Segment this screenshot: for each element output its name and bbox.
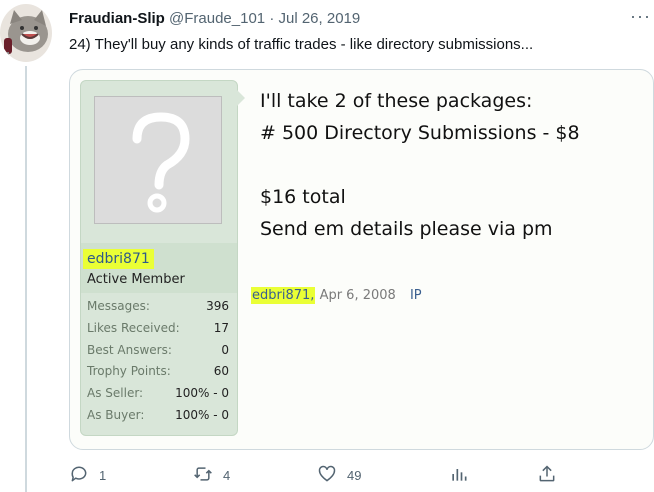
stat-value: 396: [206, 299, 229, 313]
ip-link[interactable]: IP: [410, 288, 422, 303]
retweet-icon: [193, 464, 213, 487]
reply-button[interactable]: 1: [69, 464, 106, 487]
stat-row: As Seller: 100% - 0: [81, 383, 237, 405]
stat-label: Trophy Points:: [87, 364, 171, 379]
post-meta-username[interactable]: edbri871,: [251, 287, 316, 304]
share-icon: [537, 464, 557, 487]
stat-value: 17: [213, 320, 229, 335]
post-meta: edbri871, Apr 6, 2008 IP: [251, 287, 422, 304]
stat-label: Likes Received:: [87, 320, 180, 335]
heart-icon: [317, 464, 337, 487]
retweet-count: 4: [223, 468, 231, 483]
like-count: 49: [347, 468, 362, 483]
author-handle[interactable]: @Fraude_101: [169, 10, 265, 27]
more-options-icon[interactable]: ···: [630, 7, 651, 25]
reply-icon: [69, 464, 89, 487]
stat-row: Best Answers: 0: [81, 340, 237, 362]
stat-label: Best Answers:: [87, 342, 172, 357]
stat-row: Trophy Points: 60: [81, 361, 237, 383]
stat-label: Messages:: [87, 299, 150, 313]
tweet-text: 24) They'll buy any kinds of traffic tra…: [69, 36, 534, 53]
post-line: # 500 Directory Submissions - $8: [260, 122, 580, 144]
stat-row: As Buyer: 100% - 0: [81, 405, 237, 427]
tweet-media-image[interactable]: edbri871 Active Member Messages: 396 Lik…: [69, 69, 654, 450]
thread-line: [25, 66, 27, 492]
tweet-actions: 1 4 49: [69, 462, 654, 488]
post-line: $16 total: [260, 186, 346, 208]
post-date: Apr 6, 2008: [319, 288, 396, 303]
author-avatar[interactable]: [0, 4, 52, 62]
stat-label: As Seller:: [87, 386, 144, 401]
share-button[interactable]: [537, 464, 557, 487]
stat-value: 100% - 0: [175, 407, 229, 422]
analytics-button[interactable]: [449, 464, 469, 487]
panel-arrow: [237, 90, 245, 106]
stat-value: 100% - 0: [175, 386, 229, 401]
user-name-area: edbri871 Active Member: [81, 243, 237, 293]
separator-dot: ·: [269, 10, 275, 27]
tweet-header: Fraudian-Slip @Fraude_101 · Jul 26, 2019: [69, 9, 360, 29]
stat-value: 0: [221, 342, 229, 357]
stat-row: Messages: 396: [81, 296, 237, 318]
reply-count: 1: [99, 468, 107, 483]
stat-row: Likes Received: 17: [81, 318, 237, 340]
author-name[interactable]: Fraudian-Slip: [69, 10, 165, 27]
user-stats: Messages: 396 Likes Received: 17 Best An…: [81, 296, 237, 427]
forum-post-body: I'll take 2 of these packages: # 500 Dir…: [260, 85, 580, 245]
analytics-icon: [449, 464, 469, 487]
forum-username[interactable]: edbri871: [83, 249, 154, 269]
retweet-button[interactable]: 4: [193, 464, 230, 487]
post-line: Send em details please via pm: [260, 218, 553, 240]
tweet-date[interactable]: Jul 26, 2019: [278, 10, 360, 27]
forum-user-panel: edbri871 Active Member Messages: 396 Lik…: [80, 80, 238, 436]
stat-label: As Buyer:: [87, 407, 145, 422]
post-line: I'll take 2 of these packages:: [260, 90, 533, 112]
user-title: Active Member: [87, 272, 185, 287]
default-avatar-icon: [94, 96, 222, 224]
like-button[interactable]: 49: [317, 464, 361, 487]
stat-value: 60: [213, 364, 229, 379]
